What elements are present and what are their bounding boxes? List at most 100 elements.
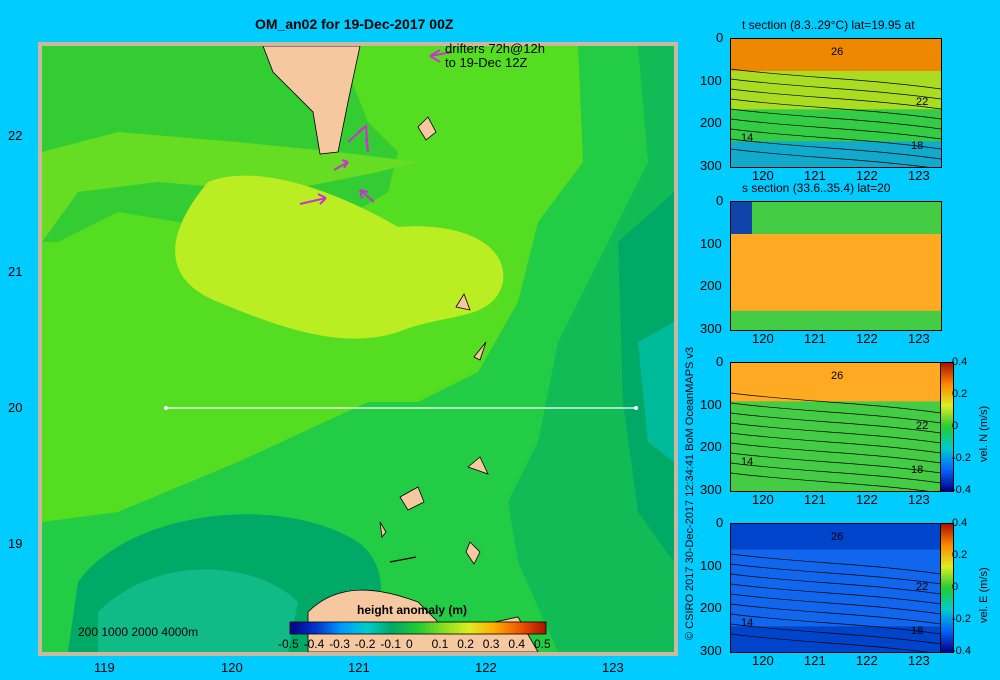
- main-title: OM_an02 for 19-Dec-2017 00Z: [255, 16, 454, 32]
- panel-y-tick: 300: [700, 482, 722, 497]
- section-field-1: 26 22 14 18: [731, 39, 941, 167]
- panel-y-tick: 300: [700, 643, 722, 658]
- colorbar-tick: 0.3: [482, 637, 500, 651]
- colorbar-tick: -0.1: [380, 637, 402, 651]
- contour-label: 14: [741, 456, 753, 468]
- section-panel-title: t section (8.3..29°C) lat=19.95 at: [742, 18, 915, 32]
- section-panel-1: 26 22 14 18: [730, 38, 942, 168]
- velocity-colorbar-tick: -0.4: [952, 484, 971, 496]
- velocity-colorbar-tick: 0.4: [952, 356, 968, 368]
- colorbar-tick: -0.5: [278, 637, 299, 651]
- map-panel: [38, 42, 678, 656]
- panel-x-tick: 123: [908, 492, 930, 507]
- map-x-ticks: 119 120 121 122 123: [38, 660, 678, 678]
- velocity-colorbar-tick: 0.2: [952, 549, 968, 561]
- colorbar-ticks: -0.5 -0.4 -0.3 -0.2 -0.1 0 0.1 0.2 0.3 0.4 0.5: [278, 637, 554, 653]
- section-band: [731, 71, 941, 110]
- contour-label: 18: [911, 625, 923, 637]
- section-panel-4: 26 22 14 18: [730, 523, 942, 653]
- height-anomaly-map: [42, 46, 674, 652]
- section-field-2: [731, 202, 941, 330]
- colorbar-label: height anomaly (m): [357, 603, 468, 617]
- contour-label: 18: [911, 464, 923, 476]
- panel-x-tick: 121: [804, 331, 826, 346]
- map-y-tick: 19: [8, 536, 23, 551]
- section-field-4: 26 22 14 18: [731, 524, 941, 652]
- panel-x-tick: 121: [804, 492, 826, 507]
- panel-x-tick: 122: [856, 653, 878, 668]
- panel-x-tick: 120: [752, 331, 774, 346]
- contour-label: 14: [741, 617, 753, 629]
- panel-y-tick: 0: [716, 30, 724, 45]
- velocity-colorbar-label: vel. N (m/s): [978, 405, 990, 462]
- velocity-colorbar-tick: 0.2: [952, 388, 968, 400]
- map-x-tick: 121: [348, 660, 370, 675]
- section-band: [731, 549, 941, 627]
- drifter-note-line1: drifters 72h@12h: [445, 41, 545, 56]
- panel-x-tick: 122: [856, 492, 878, 507]
- colorbar-tick: 0.5: [534, 637, 551, 651]
- panel-y-tick: 100: [700, 396, 722, 412]
- drifter-note-line2: to 19-Dec 12Z: [445, 55, 528, 70]
- section-band: [731, 234, 941, 311]
- section-field-3: 26 22 14 18: [731, 363, 941, 491]
- contour-label: 26: [831, 46, 843, 58]
- panel-x-tick: 123: [908, 168, 930, 183]
- map-x-tick: 123: [602, 660, 624, 675]
- contour-label: 22: [916, 96, 928, 108]
- panel-y-tick: 200: [700, 439, 722, 455]
- depth-legend: 200 1000 2000 4000m: [78, 625, 199, 639]
- velocity-colorbar-tick: -0.2: [952, 613, 971, 625]
- map-x-tick: 120: [221, 660, 243, 675]
- colorbar-tick: 0: [406, 637, 413, 651]
- panel-x-tick: 123: [908, 331, 930, 346]
- panel-y-tick: 200: [700, 115, 722, 131]
- credit-text: © CSIRO 2017 30-Dec-2017 12:34:41 BoM Oc…: [684, 346, 696, 640]
- panel-y-tick: 300: [700, 158, 722, 173]
- contour-label: 22: [916, 581, 928, 593]
- contour-label: 14: [741, 132, 753, 144]
- panel-y-tick: 0: [716, 515, 724, 530]
- panel-y-tick: 0: [716, 354, 724, 369]
- contour-label: 26: [831, 370, 843, 382]
- velocity-colorbar-tick: 0: [952, 581, 959, 593]
- height-colorbar: [289, 621, 547, 635]
- section-panel-title: s section (33.6..35.4) lat=20: [742, 181, 891, 195]
- contour-label: 18: [911, 140, 923, 152]
- velocity-colorbar-label: vel. E (m/s): [978, 567, 990, 623]
- section-band: [731, 363, 941, 402]
- panel-x-tick: 123: [908, 653, 930, 668]
- map-y-tick: 20: [8, 400, 23, 415]
- velocity-colorbar-tick: -0.2: [952, 452, 971, 464]
- colorbar-tick: -0.3: [329, 637, 350, 651]
- map-x-tick: 122: [475, 660, 497, 675]
- panel-x-tick: 120: [752, 653, 774, 668]
- velocity-colorbar-tick: 0: [952, 420, 959, 432]
- velocity-colorbar-tick: -0.4: [952, 645, 971, 657]
- panel-y-tick: 100: [700, 235, 722, 251]
- colorbar-tick: 0.2: [457, 637, 474, 651]
- panel-y-tick: 0: [716, 193, 724, 208]
- panel-x-tick: 122: [856, 331, 878, 346]
- panel-x-tick: 120: [752, 492, 774, 507]
- colorbar-tick: -0.4: [303, 637, 325, 651]
- colorbar-tick: -0.2: [354, 637, 376, 651]
- colorbar-tick: 0.4: [508, 637, 526, 651]
- map-y-tick: 21: [8, 264, 23, 279]
- panel-y-tick: 200: [700, 278, 722, 294]
- map-y-ticks: 22 21 20 19: [0, 42, 36, 656]
- map-y-tick: 22: [8, 128, 23, 143]
- contour-label: 22: [916, 420, 928, 432]
- panel-y-tick: 100: [700, 72, 722, 88]
- panel-y-tick: 200: [700, 600, 722, 616]
- contour-label: 26: [831, 531, 843, 543]
- velocity-colorbar-tick: 0.4: [952, 517, 968, 529]
- colorbar-tick: 0.1: [431, 637, 449, 651]
- map-x-tick: 119: [94, 660, 115, 675]
- section-panel-3: 26 22 14 18: [730, 362, 942, 492]
- section-band: [731, 202, 752, 234]
- panel-y-tick: 300: [700, 321, 722, 336]
- panel-y-tick: 100: [700, 557, 722, 573]
- panel-x-tick: 121: [804, 653, 826, 668]
- section-panel-2: [730, 201, 942, 331]
